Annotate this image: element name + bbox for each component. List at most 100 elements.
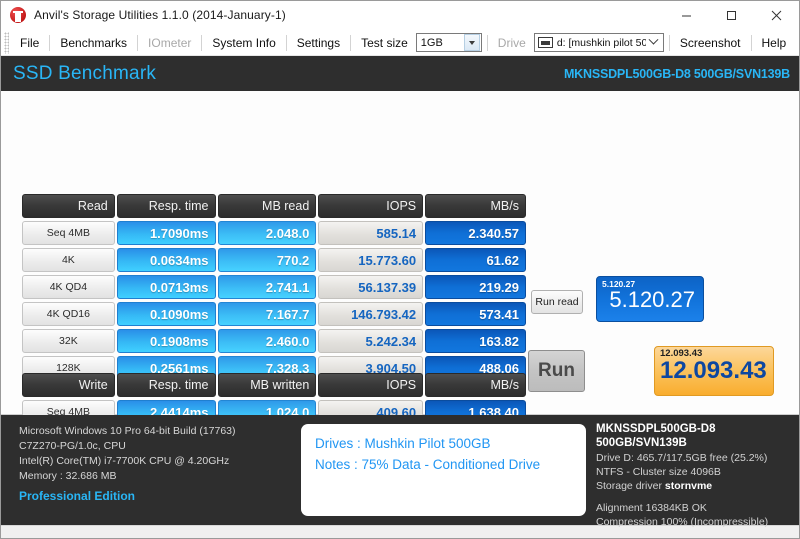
page-title: SSD Benchmark xyxy=(13,63,156,85)
window-controls xyxy=(664,1,799,30)
column-header: MB/s xyxy=(425,194,526,218)
chevron-down-icon[interactable] xyxy=(646,34,662,51)
drive-filesystem: NTFS - Cluster size 4096B xyxy=(596,465,799,479)
app-window: Anvil's Storage Utilities 1.1.0 (2014-Ja… xyxy=(0,0,800,539)
read-score-value: 5.120.27 xyxy=(602,289,695,311)
drive-select[interactable]: d: [mushkin pilot 500g xyxy=(534,33,664,52)
row-label: Seq 4MB xyxy=(22,221,115,245)
read-results-table: Read Resp. time MB read IOPS MB/s Seq 4M… xyxy=(20,191,528,383)
table-row: 32K 0.1908ms 2.460.0 5.242.34 163.82 xyxy=(22,329,526,353)
cell-resp-time: 0.1908ms xyxy=(117,329,216,353)
column-header: Resp. time xyxy=(117,373,216,397)
menu-divider xyxy=(350,35,351,51)
table-row: 4K QD16 0.1090ms 7.167.7 146.793.42 573.… xyxy=(22,302,526,326)
menu-item-benchmarks[interactable]: Benchmarks xyxy=(51,30,136,56)
system-info-panel: Microsoft Windows 10 Pro 64-bit Build (1… xyxy=(1,415,301,525)
row-label: 4K QD4 xyxy=(22,275,115,299)
menu-item-system-info[interactable]: System Info xyxy=(203,30,284,56)
storage-driver-label: Storage driver xyxy=(596,480,662,492)
test-size-value: 1GB xyxy=(417,37,464,49)
menu-divider xyxy=(137,35,138,51)
drive-compression: Compression 100% (Incompressible) xyxy=(596,515,799,529)
notes-panel[interactable]: Drives : Mushkin Pilot 500GB Notes : 75%… xyxy=(301,424,586,516)
menu-item-iometer: IOmeter xyxy=(139,30,200,56)
bottom-panel: Microsoft Windows 10 Pro 64-bit Build (1… xyxy=(1,415,799,525)
menu-item-screenshot[interactable]: Screenshot xyxy=(671,30,750,56)
cell-mb: 7.167.7 xyxy=(218,302,317,326)
spacer xyxy=(596,493,799,501)
anvil-icon xyxy=(10,7,26,23)
banner: SSD Benchmark MKNSSDPL500GB-D8 500GB/SVN… xyxy=(1,56,799,91)
row-label: 4K QD16 xyxy=(22,302,115,326)
drive-capacity: Drive D: 465.7/117.5GB free (25.2%) xyxy=(596,451,799,465)
main-content: Read Resp. time MB read IOPS MB/s Seq 4M… xyxy=(1,91,799,415)
column-header: Write xyxy=(22,373,115,397)
storage-driver-row: Storage driver stornvme xyxy=(596,479,799,493)
menu-divider xyxy=(201,35,202,51)
table-header-row: Write Resp. time MB written IOPS MB/s xyxy=(22,373,526,397)
table-row: 4K 0.0634ms 770.2 15.773.60 61.62 xyxy=(22,248,526,272)
menu-divider xyxy=(49,35,50,51)
device-name: MKNSSDPL500GB-D8 500GB/SVN139B xyxy=(564,67,790,81)
row-label: 4K xyxy=(22,248,115,272)
cell-resp-time: 0.0713ms xyxy=(117,275,216,299)
maximize-icon[interactable] xyxy=(709,1,754,30)
notes-note: Notes : 75% Data - Conditioned Drive xyxy=(315,454,586,475)
memory: Memory : 32.686 MB xyxy=(19,469,301,484)
cell-iops: 146.793.42 xyxy=(318,302,423,326)
menu-item-settings[interactable]: Settings xyxy=(288,30,349,56)
drive-label: Drive xyxy=(489,30,530,56)
drive-value: d: [mushkin pilot 500g xyxy=(553,37,646,49)
cell-mbs: 219.29 xyxy=(425,275,526,299)
column-header: Read xyxy=(22,194,115,218)
cell-mbs: 573.41 xyxy=(425,302,526,326)
drive-model: MKNSSDPL500GB-D8 500GB/SVN139B xyxy=(596,422,799,450)
run-read-button[interactable]: Run read xyxy=(531,290,583,314)
cell-mb: 2.048.0 xyxy=(218,221,317,245)
row-label: 32K xyxy=(22,329,115,353)
table-row: 4K QD4 0.0713ms 2.741.1 56.137.39 219.29 xyxy=(22,275,526,299)
chevron-down-icon[interactable] xyxy=(464,34,480,51)
toolbar-grip[interactable] xyxy=(4,32,9,54)
cpu: Intel(R) Core(TM) i7-7700K CPU @ 4.20GHz xyxy=(19,454,301,469)
table-header-row: Read Resp. time MB read IOPS MB/s xyxy=(22,194,526,218)
cell-mbs: 2.340.57 xyxy=(425,221,526,245)
cell-mbs: 163.82 xyxy=(425,329,526,353)
storage-driver-value: stornvme xyxy=(665,480,712,492)
test-size-label: Test size xyxy=(352,30,412,56)
cell-iops: 585.14 xyxy=(318,221,423,245)
cell-mb: 2.741.1 xyxy=(218,275,317,299)
cell-iops: 5.242.34 xyxy=(318,329,423,353)
column-header: IOPS xyxy=(318,194,423,218)
drive-icon xyxy=(538,37,553,48)
total-score-value: 12.093.43 xyxy=(660,359,765,383)
menu-item-file[interactable]: File xyxy=(11,30,48,56)
os-version: Microsoft Windows 10 Pro 64-bit Build (1… xyxy=(19,424,301,439)
edition-label: Professional Edition xyxy=(19,489,301,504)
menu-divider xyxy=(286,35,287,51)
window-title: Anvil's Storage Utilities 1.1.0 (2014-Ja… xyxy=(34,8,286,22)
table-row: Seq 4MB 1.7090ms 2.048.0 585.14 2.340.57 xyxy=(22,221,526,245)
cell-resp-time: 0.0634ms xyxy=(117,248,216,272)
test-size-select[interactable]: 1GB xyxy=(416,33,482,52)
menu-item-help[interactable]: Help xyxy=(753,30,796,56)
cell-resp-time: 0.1090ms xyxy=(117,302,216,326)
column-header: Resp. time xyxy=(117,194,216,218)
column-header: MB read xyxy=(218,194,317,218)
read-score-box: 5.120.27 5.120.27 xyxy=(596,276,704,322)
minimize-icon[interactable] xyxy=(664,1,709,30)
menu-bar: File Benchmarks IOmeter System Info Sett… xyxy=(1,30,799,56)
run-button[interactable]: Run xyxy=(528,350,585,392)
column-header: MB/s xyxy=(425,373,526,397)
cell-mb: 2.460.0 xyxy=(218,329,317,353)
drive-info-panel: MKNSSDPL500GB-D8 500GB/SVN139B Drive D: … xyxy=(586,415,799,525)
cell-resp-time: 1.7090ms xyxy=(117,221,216,245)
menu-divider xyxy=(669,35,670,51)
cell-iops: 56.137.39 xyxy=(318,275,423,299)
drive-alignment: Alignment 16384KB OK xyxy=(596,501,799,515)
close-icon[interactable] xyxy=(754,1,799,30)
cell-iops: 15.773.60 xyxy=(318,248,423,272)
menu-divider xyxy=(751,35,752,51)
menu-divider xyxy=(487,35,488,51)
cell-mbs: 61.62 xyxy=(425,248,526,272)
